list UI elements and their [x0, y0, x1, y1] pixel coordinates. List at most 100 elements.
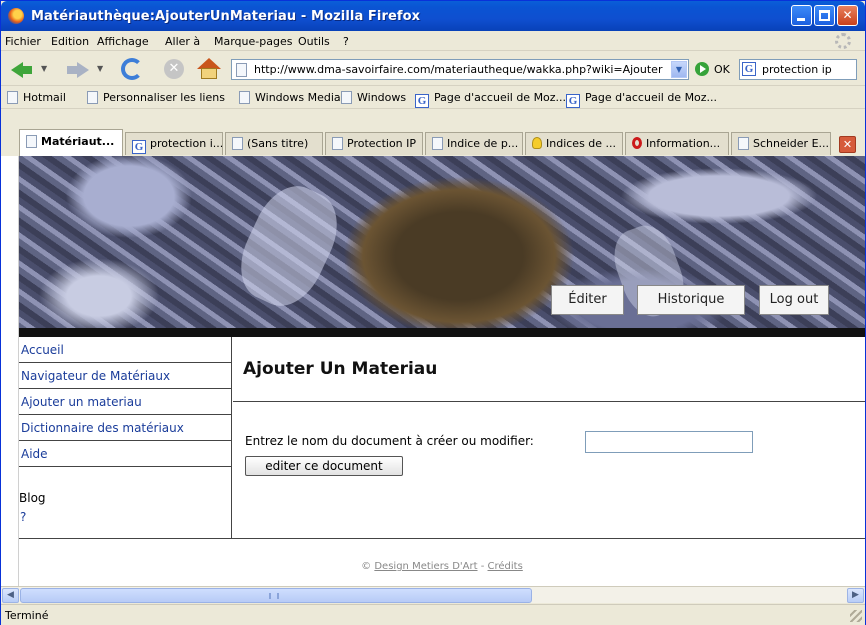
title-bar[interactable]: Matériauthèque:AjouterUnMateriau - Mozil…: [1, 1, 865, 31]
menu-aller[interactable]: Aller à: [165, 35, 200, 48]
menu-help[interactable]: ?: [343, 35, 349, 48]
document-name-input[interactable]: [585, 431, 753, 453]
page-icon: [432, 137, 443, 150]
footer-copyright: © Design Metiers D'Art - Crédits: [19, 561, 865, 572]
sidebar-menu: Accueil Navigateur de Matériaux Ajouter …: [19, 337, 232, 538]
menu-fichier[interactable]: Fichier: [5, 35, 41, 48]
copyright-symbol: ©: [361, 561, 372, 572]
close-button[interactable]: ✕: [837, 5, 858, 26]
stop-icon: ✕: [164, 59, 184, 79]
page-icon: [341, 91, 352, 104]
scroll-right-button[interactable]: ▶: [847, 588, 864, 603]
scroll-thumb[interactable]: [20, 588, 532, 603]
sidebar-item-navigateur[interactable]: Navigateur de Matériaux: [19, 363, 232, 389]
menu-affichage[interactable]: Affichage: [97, 35, 149, 48]
page-icon: [7, 91, 18, 104]
footer-link-credits[interactable]: Crédits: [488, 561, 523, 572]
google-search-icon[interactable]: G: [742, 62, 756, 76]
tab-sans-titre[interactable]: (Sans titre): [225, 132, 323, 155]
document-prompt: Entrez le nom du document à créer ou mod…: [245, 434, 534, 448]
menu-marque-pages[interactable]: Marque-pages: [214, 35, 292, 48]
bookmark-windows[interactable]: Windows: [341, 91, 406, 107]
status-text: Terminé: [5, 609, 49, 622]
page-title: Ajouter Un Materiau: [243, 359, 438, 379]
page-icon: [26, 135, 37, 148]
page-icon: [738, 137, 749, 150]
logout-button[interactable]: Log out: [759, 285, 829, 315]
status-bar: Terminé: [1, 604, 865, 625]
menu-outils[interactable]: Outils: [298, 35, 330, 48]
window-title: Matériauthèque:AjouterUnMateriau - Mozil…: [31, 9, 421, 24]
edit-document-button[interactable]: editer ce document: [245, 456, 403, 476]
tab-indice-de-p[interactable]: Indice de p...: [425, 132, 523, 155]
header-banner: Éditer Historique Log out: [19, 156, 865, 337]
maximize-button[interactable]: [814, 5, 835, 26]
minimize-button[interactable]: [791, 5, 812, 26]
footer-link-design[interactable]: Design Metiers D'Art: [374, 561, 477, 572]
home-button[interactable]: [195, 56, 223, 82]
left-gutter: [1, 156, 19, 586]
page-icon: [87, 91, 98, 104]
chevron-right-icon: ▶: [852, 590, 859, 600]
go-button[interactable]: OK: [714, 63, 730, 76]
close-icon: ✕: [842, 8, 853, 22]
sidebar-question-link[interactable]: ?: [20, 510, 26, 524]
grip-icon: [269, 593, 279, 599]
throbber-icon: [835, 33, 851, 49]
bookmark-windows-media[interactable]: Windows Media: [239, 91, 341, 107]
sidebar-item-aide[interactable]: Aide: [19, 441, 232, 467]
close-tab-button[interactable]: ✕: [839, 136, 856, 153]
bookmark-personnaliser[interactable]: Personnaliser les liens: [87, 91, 225, 107]
close-tab-icon: ✕: [842, 138, 853, 151]
edit-button[interactable]: Éditer: [551, 285, 624, 315]
page-footer: © Design Metiers D'Art - Crédits: [19, 538, 865, 586]
bookmark-moz-2[interactable]: G Page d'accueil de Moz...: [566, 91, 717, 108]
horizontal-scrollbar[interactable]: ◀ ▶: [1, 586, 865, 603]
google-icon: G: [566, 94, 580, 108]
history-button[interactable]: Historique: [637, 285, 745, 315]
resize-grip-icon[interactable]: [850, 610, 862, 622]
menu-bar: Fichier Edition Affichage Aller à Marque…: [1, 31, 865, 51]
tab-schneider[interactable]: Schneider E...: [731, 132, 831, 155]
tab-protection-i[interactable]: Gprotection i...: [125, 132, 223, 155]
footer-separator: -: [480, 561, 485, 572]
back-dropdown-icon[interactable]: ▼: [41, 64, 47, 73]
maximize-icon: [819, 10, 830, 21]
tab-materiautheque[interactable]: Matériaut...: [19, 129, 123, 156]
reload-icon: [121, 58, 143, 80]
menu-edition[interactable]: Edition: [51, 35, 89, 48]
tab-indices-de[interactable]: Indices de ...: [525, 132, 623, 155]
tab-information[interactable]: Information...: [625, 132, 729, 155]
browser-window: Matériauthèque:AjouterUnMateriau - Mozil…: [0, 0, 866, 625]
search-input[interactable]: protection ip: [762, 63, 832, 76]
minimize-icon: [797, 18, 805, 21]
sidebar-item-dictionnaire[interactable]: Dictionnaire des matériaux: [19, 415, 232, 441]
bookmarks-toolbar: Hotmail Personnaliser les liens Windows …: [1, 87, 865, 109]
page-icon: [239, 91, 250, 104]
page-icon: [332, 137, 343, 150]
back-button[interactable]: [9, 56, 37, 82]
page-icon: [236, 63, 247, 77]
navigation-toolbar: ▼ ▼ ✕ http://www.dma-savoirfaire.com/mat…: [1, 52, 865, 86]
opera-icon: [632, 137, 642, 149]
search-box[interactable]: G protection ip: [739, 59, 857, 80]
bulb-icon: [532, 137, 542, 149]
bookmark-hotmail[interactable]: Hotmail: [7, 91, 66, 107]
firefox-icon: [8, 8, 24, 24]
scroll-left-button[interactable]: ◀: [2, 588, 19, 603]
sidebar-item-ajouter[interactable]: Ajouter un materiau: [19, 389, 232, 415]
tab-protection-ip[interactable]: Protection IP: [325, 132, 423, 155]
url-dropdown-icon[interactable]: ▼: [671, 61, 687, 78]
sidebar-item-accueil[interactable]: Accueil: [19, 337, 232, 363]
reload-button[interactable]: [119, 56, 147, 82]
go-icon[interactable]: [695, 62, 709, 76]
forward-button[interactable]: [65, 56, 93, 82]
page-icon: [232, 137, 243, 150]
stop-button[interactable]: ✕: [161, 56, 189, 82]
bookmark-moz-1[interactable]: G Page d'accueil de Moz...: [415, 91, 566, 108]
sidebar-blog-label: Blog: [19, 491, 46, 505]
forward-dropdown-icon[interactable]: ▼: [97, 64, 103, 73]
url-text[interactable]: http://www.dma-savoirfaire.com/materiaut…: [254, 63, 664, 76]
url-bar[interactable]: http://www.dma-savoirfaire.com/materiaut…: [231, 59, 689, 80]
google-icon: G: [415, 94, 429, 108]
